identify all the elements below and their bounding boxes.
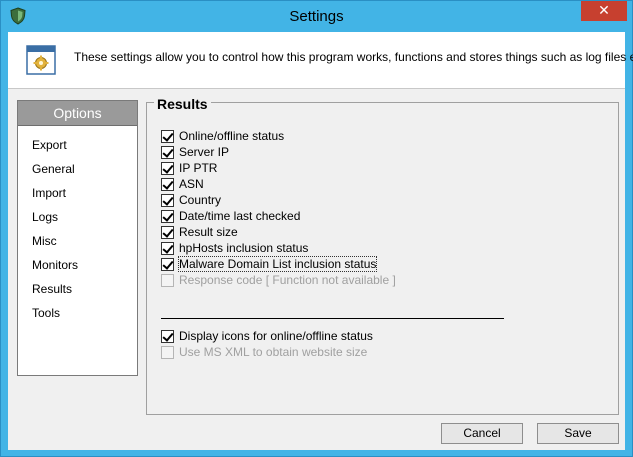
option-export[interactable]: Export: [32, 138, 67, 152]
checkbox-label: Use MS XML to obtain website size: [179, 345, 368, 359]
close-button[interactable]: ✕: [581, 1, 627, 21]
checkbox-box[interactable]: [161, 129, 174, 143]
checkbox-box[interactable]: [161, 257, 174, 271]
checkbox-box[interactable]: [161, 193, 174, 207]
checkbox-label: Response code [ Function not available ]: [179, 273, 396, 287]
checkbox-label: Display icons for online/offline status: [179, 329, 373, 343]
checkbox-ip-ptr[interactable]: IP PTR: [161, 161, 217, 175]
settings-window: Settings ✕ These settings allow you to c…: [0, 0, 633, 457]
checkbox-use-ms-xml: Use MS XML to obtain website size: [161, 345, 367, 359]
title-bar[interactable]: Settings ✕: [1, 1, 632, 32]
checkbox-label: Result size: [179, 225, 238, 239]
option-misc[interactable]: Misc: [32, 234, 57, 248]
options-panel: Options Export General Import Logs Misc …: [17, 100, 138, 376]
option-logs[interactable]: Logs: [32, 210, 58, 224]
settings-window-icon: [26, 45, 56, 75]
save-button[interactable]: Save: [537, 423, 619, 444]
checkbox-box: [161, 273, 174, 287]
header-description: These settings allow you to control how …: [74, 50, 633, 64]
option-import[interactable]: Import: [32, 186, 66, 200]
results-title: Results: [154, 96, 211, 112]
checkbox-result-size[interactable]: Result size: [161, 225, 238, 239]
header-banner: These settings allow you to control how …: [8, 32, 633, 89]
checkbox-label: Country: [179, 193, 222, 207]
checkbox-display-icons[interactable]: Display icons for online/offline status: [161, 329, 373, 343]
checkbox-box[interactable]: [161, 329, 174, 343]
checkbox-malware-domain-list-inclusion-status[interactable]: Malware Domain List inclusion status: [161, 256, 378, 272]
option-general[interactable]: General: [32, 162, 75, 176]
option-results[interactable]: Results: [32, 282, 72, 296]
checkbox-response-code: Response code [ Function not available ]: [161, 273, 396, 287]
checkbox-box[interactable]: [161, 241, 174, 255]
checkbox-asn[interactable]: ASN: [161, 177, 204, 191]
checkbox-box[interactable]: [161, 161, 174, 175]
checkbox-server-ip[interactable]: Server IP: [161, 145, 229, 159]
checkbox-label: Date/time last checked: [179, 209, 301, 223]
checkbox-hphosts-inclusion-status[interactable]: hpHosts inclusion status: [161, 241, 308, 255]
cancel-button[interactable]: Cancel: [441, 423, 523, 444]
checkbox-label: IP PTR: [179, 161, 218, 175]
checkbox-date-time-last-checked[interactable]: Date/time last checked: [161, 209, 300, 223]
checkbox-box[interactable]: [161, 145, 174, 159]
checkbox-box[interactable]: [161, 225, 174, 239]
checkbox-online-offline-status[interactable]: Online/offline status: [161, 129, 284, 143]
client-area: These settings allow you to control how …: [8, 32, 633, 450]
checkbox-label: ASN: [179, 177, 204, 191]
checkbox-label: hpHosts inclusion status: [179, 241, 309, 255]
checkbox-label: Malware Domain List inclusion status: [177, 256, 378, 272]
checkbox-box: [161, 345, 174, 359]
checkbox-label: Online/offline status: [179, 129, 285, 143]
option-tools[interactable]: Tools: [32, 306, 60, 320]
options-title: Options: [18, 101, 137, 126]
checkbox-label: Server IP: [179, 145, 230, 159]
option-monitors[interactable]: Monitors: [32, 258, 78, 272]
checkbox-country[interactable]: Country: [161, 193, 221, 207]
checkbox-box[interactable]: [161, 209, 174, 223]
window-title: Settings: [289, 8, 344, 25]
separator-line: [161, 318, 504, 319]
checkbox-box[interactable]: [161, 177, 174, 191]
